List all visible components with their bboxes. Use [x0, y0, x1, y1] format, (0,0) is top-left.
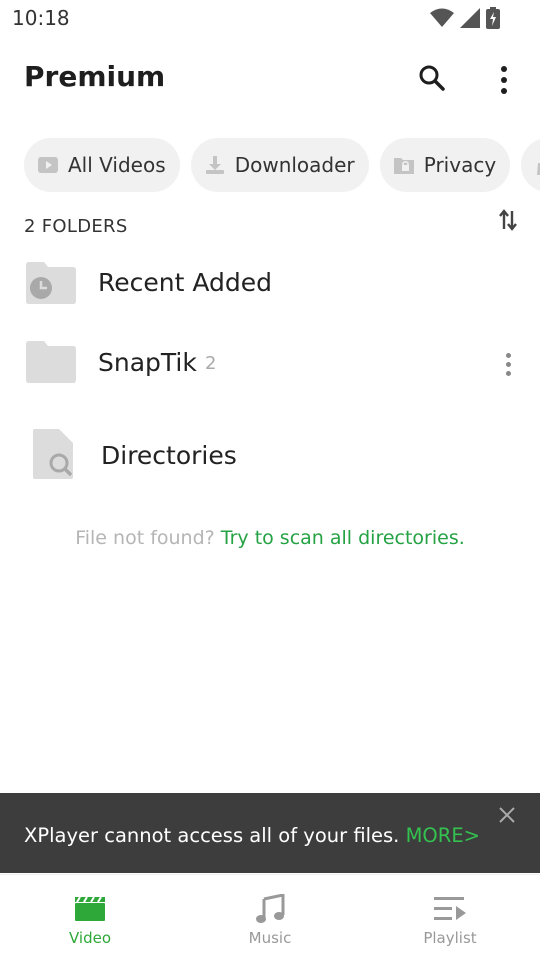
more-vert-icon-dot — [501, 88, 507, 94]
scan-directories-link[interactable]: Try to scan all directories. — [221, 527, 465, 549]
scan-hint: File not found? Try to scan all director… — [0, 527, 540, 549]
more-vert-icon — [501, 66, 507, 72]
nav-label: Video — [68, 929, 112, 947]
page-title: Premium — [24, 60, 166, 93]
snackbar-message: XPlayer cannot access all of your files.… — [24, 824, 480, 847]
more-vert-icon — [505, 352, 511, 358]
chip-downloader[interactable]: Downloader — [190, 138, 369, 192]
sort-icon — [498, 209, 518, 235]
music-note-icon — [253, 893, 287, 925]
search-icon — [418, 64, 446, 96]
nav-label: Music — [248, 929, 292, 947]
more-vert-icon-dot — [501, 77, 507, 83]
hint-text: File not found? — [75, 527, 221, 549]
snackbar-more-link[interactable]: MORE> — [406, 824, 480, 847]
lock-folder-icon — [393, 155, 414, 175]
playlist-icon — [433, 893, 467, 925]
bottom-navigation: Video Music Playlist — [0, 874, 540, 960]
folder-row-recent-added[interactable]: Recent Added — [0, 250, 540, 320]
snackbar-close-button[interactable] — [496, 806, 518, 828]
chip-label: All Videos — [68, 153, 166, 177]
download-icon — [205, 155, 225, 175]
folder-row-snaptik[interactable]: SnapTik 2 — [0, 329, 540, 399]
battery-icon — [486, 7, 500, 33]
nav-music[interactable]: Music — [180, 875, 360, 960]
directories-row[interactable]: Directories — [0, 420, 540, 490]
folder-name: SnapTik — [98, 348, 197, 377]
folder-name: Recent Added — [98, 268, 272, 297]
signal-icon — [460, 8, 480, 32]
nav-label: Playlist — [423, 929, 477, 947]
search-button[interactable] — [414, 62, 450, 98]
status-time: 10:18 — [12, 6, 70, 30]
wifi-icon — [430, 8, 454, 32]
snackbar-text: XPlayer cannot access all of your files. — [24, 824, 406, 847]
status-bar: 10:18 — [0, 0, 540, 36]
folder-item-count: 2 — [205, 353, 217, 374]
folders-count-header: 2 FOLDERS — [24, 216, 128, 237]
close-icon — [499, 807, 515, 827]
chip-label: Downloader — [234, 153, 355, 177]
nav-playlist[interactable]: Playlist — [360, 875, 540, 960]
status-icons — [430, 7, 500, 33]
chip-clean[interactable]: C — [521, 138, 540, 192]
folder-name: Directories — [101, 441, 237, 470]
more-vert-icon-dot — [505, 370, 511, 376]
chip-label: Privacy — [423, 153, 497, 177]
folder-more-button[interactable] — [498, 347, 518, 381]
clock-folder-icon — [26, 262, 76, 304]
nav-video[interactable]: Video — [0, 875, 180, 960]
more-vert-icon-dot — [505, 361, 511, 367]
chip-privacy[interactable]: Privacy — [379, 138, 511, 192]
category-chips[interactable]: All Videos Downloader Privacy C — [24, 138, 540, 192]
clean-icon — [535, 155, 540, 175]
folder-icon — [26, 341, 76, 383]
permission-snackbar: XPlayer cannot access all of your files.… — [0, 793, 540, 873]
play-box-icon — [38, 155, 58, 175]
clapperboard-icon — [73, 893, 107, 925]
sort-button[interactable] — [494, 208, 522, 236]
chip-all-videos[interactable]: All Videos — [24, 138, 180, 192]
more-options-button[interactable] — [490, 62, 518, 98]
file-search-icon — [33, 429, 75, 479]
